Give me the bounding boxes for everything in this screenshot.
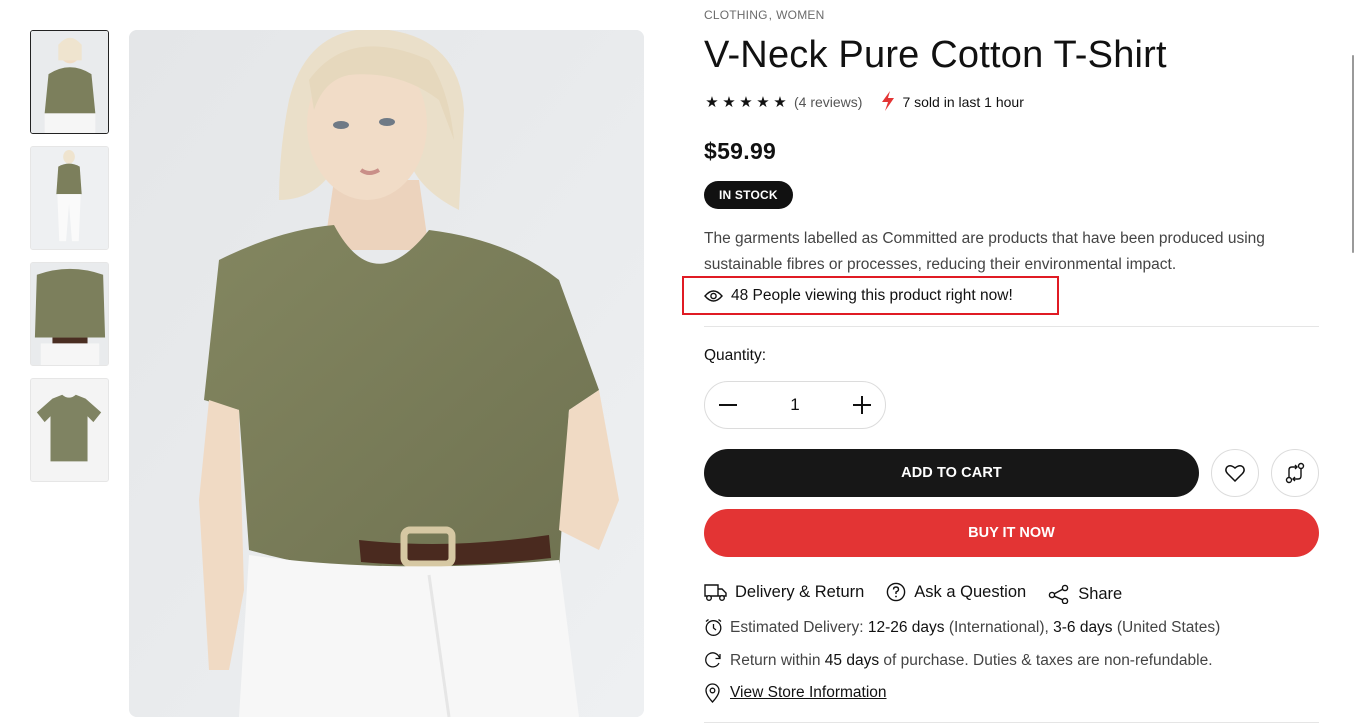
- product-meta: ★ ★ ★ ★ ★ (4 reviews) 7 sold in last 1 h…: [704, 90, 1319, 114]
- quantity-stepper: [704, 381, 886, 429]
- delivery-us-days: 3-6 days: [1053, 618, 1113, 636]
- delivery-intl-label: (International),: [948, 618, 1049, 636]
- thumbnail-gallery: [30, 30, 109, 494]
- product-details: CLOTHING, WOMEN V-Neck Pure Cotton T-Shir…: [682, 0, 1319, 723]
- thumbnail-4[interactable]: [30, 378, 109, 482]
- buy-it-now-button[interactable]: BUY IT NOW: [704, 509, 1319, 557]
- scrollbar-thumb[interactable]: [1352, 55, 1354, 253]
- star-rating[interactable]: ★ ★ ★ ★ ★: [704, 93, 788, 111]
- delivery-return-label: Delivery & Return: [735, 582, 865, 601]
- heart-icon: [1225, 464, 1245, 482]
- add-to-cart-button[interactable]: ADD TO CART: [704, 449, 1199, 497]
- product-price: $59.99: [704, 138, 777, 164]
- thumbnail-2[interactable]: [30, 146, 109, 250]
- eye-icon: [704, 289, 723, 303]
- breadcrumb-women[interactable]: WOMEN: [776, 8, 824, 22]
- star-icon: ★: [756, 94, 770, 111]
- product-description: The garments labelled as Committed are p…: [704, 230, 1265, 273]
- ask-question-link[interactable]: Ask a Question: [886, 582, 1026, 602]
- product-actions: Delivery & Return Ask a Question Share: [704, 580, 1144, 604]
- star-icon: ★: [705, 94, 719, 111]
- product-title: V-Neck Pure Cotton T-Shirt: [704, 34, 1167, 76]
- return-prefix: Return within: [730, 651, 821, 669]
- thumbnail-3[interactable]: [30, 262, 109, 366]
- return-icon: [704, 651, 730, 670]
- delivery-return-link[interactable]: Delivery & Return: [704, 582, 864, 602]
- estimated-delivery: Estimated Delivery: 12-26 days (Internat…: [704, 618, 1220, 637]
- return-policy: Return within 45 days of purchase. Dutie…: [704, 651, 1213, 670]
- view-store-link[interactable]: View Store Information: [730, 684, 887, 702]
- plus-icon: [853, 396, 871, 414]
- return-suffix: of purchase. Duties & taxes are non-refu…: [883, 651, 1213, 669]
- viewing-text: 48 People viewing this product right now…: [731, 286, 1013, 304]
- question-icon: [886, 582, 906, 602]
- increase-quantity-button[interactable]: [851, 394, 873, 416]
- main-product-image[interactable]: [129, 30, 644, 717]
- breadcrumb: CLOTHING, WOMEN: [704, 8, 1319, 22]
- ask-question-label: Ask a Question: [914, 582, 1027, 601]
- reviews-link[interactable]: (4 reviews): [794, 94, 862, 110]
- bolt-icon: [880, 90, 896, 114]
- breadcrumb-separator: ,: [768, 8, 773, 22]
- scrollbar[interactable]: [1350, 0, 1356, 728]
- sold-indicator: 7 sold in last 1 hour: [880, 90, 1024, 114]
- return-days: 45 days: [824, 651, 880, 669]
- share-label: Share: [1078, 584, 1123, 603]
- share-icon: [1048, 584, 1070, 604]
- location-icon: [704, 683, 730, 703]
- quantity-input[interactable]: [765, 395, 825, 415]
- delivery-us-label: (United States): [1116, 618, 1221, 636]
- store-information: View Store Information: [704, 683, 887, 703]
- divider: [704, 326, 1319, 327]
- compare-icon: [1285, 462, 1305, 484]
- delivery-intl-days: 12-26 days: [867, 618, 945, 636]
- star-icon: ★: [739, 94, 753, 111]
- quantity-label: Quantity:: [704, 347, 767, 364]
- minus-icon: [719, 404, 737, 406]
- share-link[interactable]: Share: [1048, 584, 1122, 604]
- breadcrumb-clothing[interactable]: CLOTHING: [704, 8, 768, 22]
- star-icon: ★: [773, 94, 787, 111]
- viewing-count-highlight: 48 People viewing this product right now…: [682, 276, 1059, 315]
- delivery-prefix: Estimated Delivery:: [730, 618, 864, 636]
- truck-icon: [704, 582, 727, 602]
- decrease-quantity-button[interactable]: [717, 394, 739, 416]
- clock-icon: [704, 618, 730, 637]
- star-icon: ★: [722, 94, 736, 111]
- compare-button[interactable]: [1271, 449, 1319, 497]
- stock-badge: IN STOCK: [704, 181, 793, 209]
- thumbnail-1[interactable]: [30, 30, 109, 134]
- wishlist-button[interactable]: [1211, 449, 1259, 497]
- sold-text: 7 sold in last 1 hour: [902, 94, 1024, 110]
- divider: [704, 722, 1319, 723]
